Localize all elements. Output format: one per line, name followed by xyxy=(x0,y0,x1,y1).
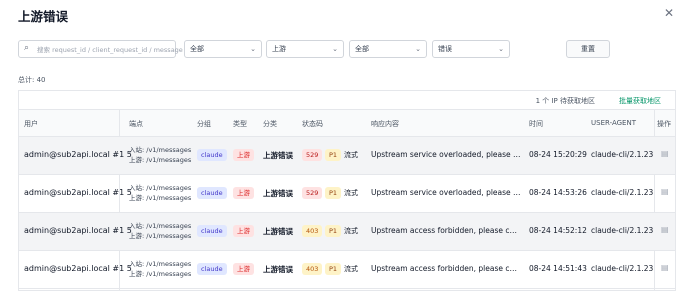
priority-badge: P1 xyxy=(325,187,342,199)
stream-label: 流式 xyxy=(344,265,358,273)
col-endpoint[interactable]: 端点 xyxy=(129,119,143,129)
severity-select[interactable]: 全部 ⌄ xyxy=(349,40,427,58)
phase-select[interactable]: 上游 ⌄ xyxy=(266,40,344,58)
group-badge: claude xyxy=(197,187,227,199)
batch-fetch-region-link[interactable]: 批量获取地区 xyxy=(619,96,661,106)
col-group[interactable]: 分组 xyxy=(197,119,211,129)
table-row[interactable]: admin@sub2api.local #1 5 入站: /v1/messages… xyxy=(19,137,675,175)
user-agent-cell: claude-cli/2.1.232 xyxy=(591,264,653,273)
reset-button[interactable]: 重置 xyxy=(566,40,610,58)
col-response[interactable]: 响应内容 xyxy=(371,119,399,129)
time-cell: 08-24 14:51:43 xyxy=(529,264,587,273)
dialog-title: 上游错误 xyxy=(18,9,69,24)
category-cell: 上游错误 xyxy=(263,265,293,274)
status-code-badge: 529 xyxy=(302,149,323,161)
document-icon[interactable]: ▤ xyxy=(661,263,669,272)
upstream-endpoint: 上游: /v1/messages xyxy=(129,156,192,164)
inbound-endpoint: 入站: /v1/messages xyxy=(129,260,192,268)
col-type[interactable]: 类型 xyxy=(233,119,247,129)
chevron-down-icon: ⌄ xyxy=(498,45,504,53)
type-badge: 上游 xyxy=(233,225,254,237)
group-badge: claude xyxy=(197,263,227,275)
response-message: Upstream service overloaded, please retr… xyxy=(371,150,521,159)
errors-table: 用户 端点 分组 类型 分类 状态码 响应内容 时间 USER-AGENT 操作… xyxy=(18,109,676,291)
document-icon[interactable]: ▤ xyxy=(661,149,669,158)
inbound-endpoint: 入站: /v1/messages xyxy=(129,222,192,230)
priority-badge: P1 xyxy=(325,149,342,161)
type-badge: 上游 xyxy=(233,187,254,199)
upstream-endpoint: 上游: /v1/messages xyxy=(129,232,192,240)
time-cell: 08-24 15:20:29 xyxy=(529,150,587,159)
type-badge: 上游 xyxy=(233,263,254,275)
upstream-endpoint: 上游: /v1/messages xyxy=(129,194,192,202)
endpoint-cell: 入站: /v1/messages 上游: /v1/messages xyxy=(129,221,191,241)
table-row[interactable]: admin@sub2api.local #1 5 入站: /v1/messages… xyxy=(19,175,675,213)
user-cell: admin@sub2api.local #1 5 xyxy=(24,188,132,197)
priority-badge: P1 xyxy=(325,225,342,237)
chevron-down-icon: ⌄ xyxy=(332,45,338,53)
status-code-badge: 403 xyxy=(302,225,323,237)
stream-label: 流式 xyxy=(344,151,358,159)
chevron-down-icon: ⌄ xyxy=(250,45,256,53)
document-icon[interactable]: ▤ xyxy=(661,187,669,196)
search-icon: ⌕ xyxy=(24,43,30,53)
filter-bar: ⌕ 搜索 request_id / client_request_id / me… xyxy=(18,40,678,58)
upstream-errors-dialog: 上游错误 ✕ ⌕ 搜索 request_id / client_request_… xyxy=(0,0,690,291)
col-user[interactable]: 用户 xyxy=(24,119,38,129)
response-message: Upstream access forbidden, please contac… xyxy=(371,226,521,235)
time-cell: 08-24 14:52:12 xyxy=(529,226,587,235)
col-time[interactable]: 时间 xyxy=(529,119,543,129)
upstream-endpoint: 上游: /v1/messages xyxy=(129,270,192,278)
user-agent-cell: claude-cli/2.1.232 xyxy=(591,150,653,159)
ip-region-bar: 1 个 IP 待获取地区 批量获取地区 xyxy=(18,90,676,109)
close-icon[interactable]: ✕ xyxy=(664,6,674,20)
table-row[interactable]: admin@sub2api.local #1 5 入站: /v1/messages… xyxy=(19,213,675,251)
table-row[interactable]: admin@sub2api.local #1 5 入站: /v1/messages… xyxy=(19,251,675,289)
user-agent-cell: claude-cli/2.1.232 xyxy=(591,188,653,197)
ip-pending-note: 1 个 IP 待获取地区 xyxy=(535,97,595,105)
status-code-badge: 529 xyxy=(302,187,323,199)
user-agent-cell: claude-cli/2.1.232 xyxy=(591,226,653,235)
endpoint-cell: 入站: /v1/messages 上游: /v1/messages xyxy=(129,183,191,203)
stream-label: 流式 xyxy=(344,189,358,197)
response-message: Upstream service overloaded, please retr… xyxy=(371,188,521,197)
table-header: 用户 端点 分组 类型 分类 状态码 响应内容 时间 USER-AGENT 操作 xyxy=(19,110,675,137)
response-message: Upstream access forbidden, please contac… xyxy=(371,264,521,273)
endpoint-cell: 入站: /v1/messages 上游: /v1/messages xyxy=(129,259,191,279)
total-count: 总计: 40 xyxy=(18,76,46,84)
status-code-badge: 403 xyxy=(302,263,323,275)
group-badge: claude xyxy=(197,149,227,161)
category-cell: 上游错误 xyxy=(263,189,293,198)
stream-label: 流式 xyxy=(344,227,358,235)
user-cell: admin@sub2api.local #1 5 xyxy=(24,150,132,159)
inbound-endpoint: 入站: /v1/messages xyxy=(129,184,192,192)
search-input[interactable]: ⌕ 搜索 request_id / client_request_id / me… xyxy=(18,40,183,58)
category-cell: 上游错误 xyxy=(263,151,293,160)
col-actions: 操作 xyxy=(657,120,671,128)
inbound-endpoint: 入站: /v1/messages xyxy=(129,146,192,154)
col-category[interactable]: 分类 xyxy=(263,119,277,129)
col-user-agent[interactable]: USER-AGENT xyxy=(591,119,636,127)
endpoint-cell: 入站: /v1/messages 上游: /v1/messages xyxy=(129,145,191,165)
document-icon[interactable]: ▤ xyxy=(661,225,669,234)
priority-badge: P1 xyxy=(325,263,342,275)
col-status-code[interactable]: 状态码 xyxy=(302,119,323,129)
group-badge: claude xyxy=(197,225,227,237)
platform-select[interactable]: 全部 ⌄ xyxy=(184,40,262,58)
time-cell: 08-24 14:53:26 xyxy=(529,188,587,197)
user-cell: admin@sub2api.local #1 5 xyxy=(24,226,132,235)
owner-select[interactable]: 错误 ⌄ xyxy=(432,40,510,58)
chevron-down-icon: ⌄ xyxy=(415,45,421,53)
user-cell: admin@sub2api.local #1 5 xyxy=(24,264,132,273)
category-cell: 上游错误 xyxy=(263,227,293,236)
type-badge: 上游 xyxy=(233,149,254,161)
